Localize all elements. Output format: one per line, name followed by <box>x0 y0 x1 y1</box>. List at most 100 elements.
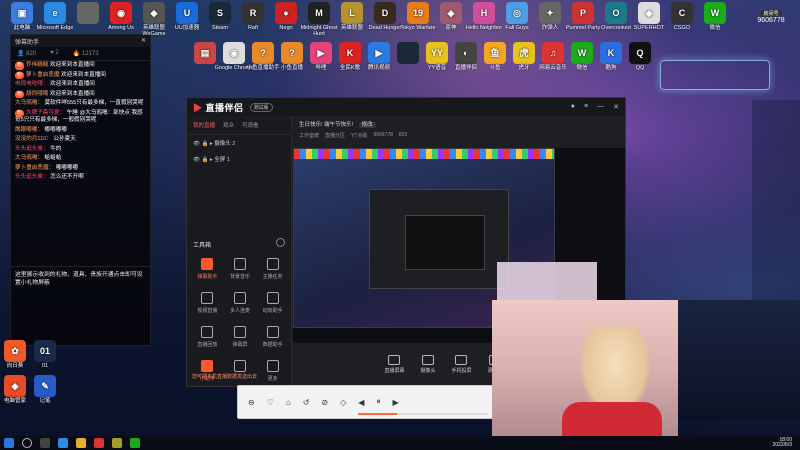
app-taskbar-icon[interactable] <box>112 438 122 448</box>
player-control-0[interactable]: ⊖ <box>248 398 255 407</box>
tool-label: 数据助手 <box>262 342 283 348</box>
tool-label: 直播回放 <box>197 342 218 348</box>
tool-button-11[interactable]: 更多 <box>256 360 289 382</box>
chat-username[interactable]: 大乌鸦嗝： <box>15 155 45 161</box>
tool-label: 视频直播 <box>197 308 218 314</box>
chat-username[interactable]: 萝卜重启恶魔： <box>15 165 56 171</box>
desktop-icon-r1-17-icon: P <box>572 2 594 24</box>
neon-sign <box>660 60 770 90</box>
edge-taskbar-icon[interactable] <box>58 438 68 448</box>
desktop-icon-r2-15[interactable]: Q QQ <box>620 42 660 71</box>
preview-icon-strip <box>294 149 554 159</box>
chat-username[interactable]: 胡同哦哦 <box>26 91 50 97</box>
chat-message: 萝卜重启恶魔： 嘟嘟嘟嘟 <box>11 164 150 174</box>
chat-username[interactable]: 头头逛头挨： <box>15 174 50 180</box>
room-id-number: 9606778 <box>757 17 785 24</box>
close-icon[interactable]: ✕ <box>613 103 619 111</box>
desktop-icon-r1-8-icon: ● <box>275 2 297 24</box>
chat-username[interactable]: 乔伟糕糕 <box>26 62 50 68</box>
tool-button-5[interactable]: 动效助手 <box>256 292 289 314</box>
player-control-3[interactable]: ↺ <box>303 398 310 407</box>
tool-button-8[interactable]: 数据助手 <box>256 326 289 348</box>
chat-message: 粉大牌子斋可爱： 午睡 @大乌鸦嗝：部快点 我感觉5只只有最多梯，一般假别哭呢 <box>11 109 150 126</box>
tool-button-3[interactable]: 视频直播 <box>191 292 224 314</box>
chat-username[interactable]: 电视电吃哦： <box>15 81 50 87</box>
stream-meta-item: 直播分区 <box>325 133 346 139</box>
taskbar: 18:00 2022/6/3 <box>0 436 800 450</box>
tool-button-1[interactable]: 背景音乐 <box>224 258 257 280</box>
start-icon[interactable] <box>4 438 14 448</box>
player-control-2[interactable]: ⌂ <box>286 398 291 407</box>
player-control-4[interactable]: ⊘ <box>321 398 328 407</box>
system-clock[interactable]: 18:00 2022/6/3 <box>773 437 796 449</box>
player-control-7[interactable]: ⏸ <box>376 397 380 407</box>
scene-item-fullscreen[interactable]: 👁 🔒 ▸ 全屏 1 <box>187 151 291 167</box>
chat-message: 粉胡同哦哦 欢迎来到本直播间 <box>11 90 150 100</box>
close-icon[interactable]: ✕ <box>141 37 146 45</box>
tool-button-7[interactable]: 弹幕屏 <box>224 326 257 348</box>
stream-control-2[interactable]: 手机投屏 <box>451 354 472 374</box>
chat-username[interactable]: 大牌子斋可爱： <box>26 110 67 116</box>
chat-username[interactable]: 鹰眼嘟嘟： <box>15 127 45 133</box>
chat-username[interactable]: 大乌鸦嗝： <box>15 100 45 106</box>
sidebar-tab-2[interactable]: 可观看 <box>242 121 259 129</box>
player-control-6[interactable]: ◀ <box>358 398 364 407</box>
room-id-label: 房间号 <box>760 10 782 17</box>
sidebar-tab-0[interactable]: 我的直播 <box>193 121 215 129</box>
control-icon <box>421 354 434 365</box>
tool-icon <box>201 292 214 304</box>
desktop-icon-r1-1-icon: e <box>44 2 66 24</box>
tool-button-4[interactable]: 多人连麦 <box>224 292 257 314</box>
player-control-8[interactable]: ▶ <box>392 398 398 407</box>
chat-username[interactable]: 萝卜重启恶魔 <box>26 72 61 78</box>
player-control-1[interactable]: ♡ <box>267 398 274 407</box>
chat-message: 鹰眼嘟嘟： 嘟嘟嘟嘟 <box>11 126 150 136</box>
stream-control-0[interactable]: 直播屏幕 <box>384 354 404 374</box>
desktop-icon-r1-12-icon: 19 <box>407 2 429 24</box>
desktop-icon-r1-7-icon: R <box>242 2 264 24</box>
toolbox-title: 工具箱 <box>193 243 212 249</box>
desktop-icon-left-1[interactable]: 01 01 <box>25 340 65 369</box>
chat-message: 大乌鸦嗝： 莫软件咩555只有最多梯，一直假别哭呢 <box>11 99 150 109</box>
taskview-icon[interactable] <box>40 438 50 448</box>
explorer-taskbar-icon[interactable] <box>76 438 86 448</box>
menu-icon[interactable]: ≡ <box>584 103 588 111</box>
avatar-icon[interactable]: ● <box>571 103 575 111</box>
chat-stats: 👤 820 ♥ 2 🔥 12173 <box>11 47 150 61</box>
tool-button-0[interactable]: 弹幕助手 <box>191 258 224 280</box>
desktop-icon-r1-11-icon: D <box>374 2 396 24</box>
tool-button-2[interactable]: 主播任务 <box>256 258 289 280</box>
tool-label: 更多 <box>267 376 278 382</box>
desktop-icon-r1-19-icon: ◆ <box>638 2 660 24</box>
tool-icon <box>266 258 279 270</box>
desktop-icon-label: 腾讯视频 <box>367 65 390 71</box>
scene-item-camera[interactable]: 👁 🔒 ▸ 摄像头 2 <box>187 135 291 151</box>
search-icon[interactable] <box>22 438 32 448</box>
desktop-icon-r2-4-icon: ▶ <box>310 42 332 64</box>
chat-username[interactable]: 头头逛头挨： <box>15 146 50 152</box>
chat-username[interactable]: 没没的月110： <box>15 136 53 142</box>
progress-bar[interactable] <box>358 413 488 415</box>
wechat-taskbar-icon[interactable] <box>130 438 140 448</box>
minimize-icon[interactable]: — <box>597 103 604 111</box>
desktop-icon-r2-1-icon: ◉ <box>223 42 245 64</box>
edit-title-button[interactable]: 修改 <box>358 122 376 128</box>
sidebar-tab-1[interactable]: 观众 <box>223 121 234 129</box>
tool-button-6[interactable]: 直播回放 <box>191 326 224 348</box>
preview-nested-window-inner <box>405 215 485 270</box>
tool-icon <box>233 258 246 270</box>
stream-control-1[interactable]: 摄像头 <box>420 354 435 374</box>
netease-taskbar-icon[interactable] <box>94 438 104 448</box>
desktop-icon-left-1-icon: 01 <box>34 340 56 362</box>
desktop-icon-left-3[interactable]: ✎ 记笔 <box>25 375 65 404</box>
chat-panel: 弹幕助手 ✕ 👤 820 ♥ 2 🔥 12173 粉乔伟糕糕 欢迎来到本直播间粉… <box>10 34 151 346</box>
desktop-icon-r1-10-icon: L <box>341 2 363 24</box>
chat-text: 公孙夏天 <box>53 136 76 142</box>
toolbox-more-icon[interactable] <box>276 238 285 247</box>
chat-message: 没没的月110： 公孙夏天 <box>11 135 150 145</box>
player-control-5[interactable]: ◇ <box>340 398 346 407</box>
desktop-icon-r1-13-icon: ◈ <box>440 2 462 24</box>
desktop-icon-r1-4-icon: ◆ <box>143 2 165 24</box>
desktop-icon-r1-21[interactable]: W 微信 <box>695 2 735 31</box>
preview-nested-window <box>369 189 509 289</box>
